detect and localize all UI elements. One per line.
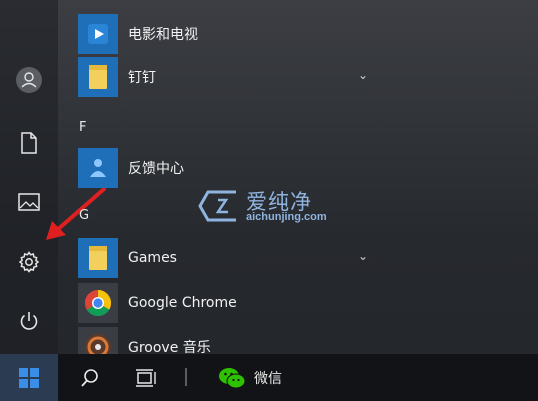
user-icon xyxy=(16,67,42,93)
taskbar-divider xyxy=(185,368,187,386)
folder-icon xyxy=(78,57,118,97)
settings-button[interactable] xyxy=(0,240,58,284)
app-item-games[interactable]: Games xyxy=(70,238,390,278)
app-item-movies-tv[interactable]: 电影和电视 xyxy=(70,14,390,54)
app-label-feedback-hub: 反馈中心 xyxy=(128,161,184,177)
app-item-feedback-hub[interactable]: 反馈中心 xyxy=(70,148,390,188)
start-menu-rail xyxy=(0,0,58,354)
annotation-arrow-icon xyxy=(46,187,106,240)
app-item-dingtalk[interactable]: 钉钉 xyxy=(70,57,390,97)
watermark-logo-icon xyxy=(198,190,236,222)
section-letter-g[interactable]: G xyxy=(79,208,89,223)
chevron-down-icon[interactable]: ⌄ xyxy=(358,68,368,82)
search-button[interactable] xyxy=(72,354,108,401)
windows-start-icon xyxy=(19,367,39,388)
app-label-dingtalk: 钉钉 xyxy=(128,70,156,86)
search-icon xyxy=(81,368,98,387)
task-view-button[interactable] xyxy=(128,354,164,401)
settings-icon xyxy=(18,251,40,273)
app-label-google-chrome: Google Chrome xyxy=(128,295,237,311)
feedback-hub-icon xyxy=(78,148,118,188)
pictures-icon xyxy=(18,193,40,211)
watermark: 爱纯净 aichunjing.com xyxy=(196,184,346,228)
movies-tv-icon xyxy=(78,14,118,54)
folder-icon xyxy=(78,238,118,278)
start-button[interactable] xyxy=(0,354,58,401)
watermark-url: aichunjing.com xyxy=(246,211,327,223)
power-icon xyxy=(20,312,38,330)
chevron-down-icon[interactable]: ⌄ xyxy=(358,249,368,263)
power-button[interactable] xyxy=(0,299,58,343)
app-label-games: Games xyxy=(128,250,177,266)
app-item-google-chrome[interactable]: Google Chrome xyxy=(70,283,390,323)
wechat-taskbar-button[interactable]: 微信 xyxy=(218,354,308,401)
wechat-label: 微信 xyxy=(254,370,282,387)
section-letter-f[interactable]: F xyxy=(79,120,86,135)
wechat-icon xyxy=(219,367,246,388)
taskbar: 微信 xyxy=(0,354,538,401)
task-view-icon xyxy=(136,368,156,387)
desktop-screen: 电影和电视 钉钉 ⌄ F 反馈中心 G Games ⌄ Google Chrom… xyxy=(0,0,538,401)
documents-button[interactable] xyxy=(0,121,58,165)
user-account-button[interactable] xyxy=(0,58,58,102)
documents-icon xyxy=(21,132,37,154)
chrome-icon xyxy=(78,283,118,323)
app-label-movies-tv: 电影和电视 xyxy=(128,27,198,43)
